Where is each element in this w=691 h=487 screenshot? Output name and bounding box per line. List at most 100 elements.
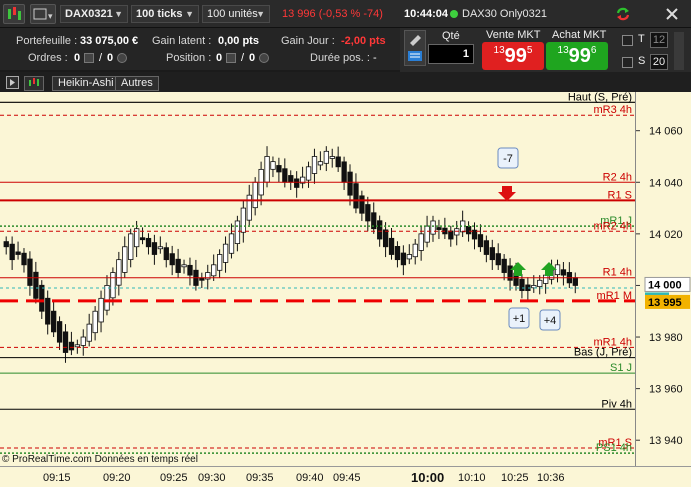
chevron-down-icon: ▼ [256,9,265,19]
candle-up [418,233,424,251]
instrument-dropdown[interactable]: DAX0321 ▼ [60,5,128,23]
order-tools-icon[interactable] [404,30,426,66]
units-dropdown[interactable]: 100 unités ▼ [202,5,270,23]
candle-down [139,237,146,241]
candle-up [270,161,276,170]
x-tick-label: 09:30 [198,472,226,484]
svg-text:▾: ▾ [48,11,53,21]
orders-settings-icon[interactable] [117,53,127,63]
axis-canvas: 14 060 14 040 14 020 14 000 13 980 13 960 13 9… [636,126,691,447]
candle-up [74,344,81,348]
s-number-field[interactable]: 20 [650,54,668,70]
candle-up [424,225,430,243]
qty-label: Qté [442,30,460,42]
latent-label: Gain latent : [152,35,212,47]
t-number-field[interactable]: 12 [650,32,668,48]
qty-input[interactable]: 1 [428,44,474,64]
y-tick-label: 14 020 [649,229,683,241]
candle-down [175,258,181,273]
sell-mkt-button[interactable]: 13995 [482,42,544,70]
panel-scroll-handle[interactable] [674,32,684,70]
candle-down [335,156,341,168]
position-settings-icon[interactable] [259,53,269,63]
tab-autres[interactable]: Autres [115,76,159,91]
candle-down [448,230,454,240]
candle-down [276,165,282,173]
candle-down [465,226,472,235]
candle-up [128,233,134,260]
instrument-label: DAX0321 [65,8,113,20]
candle-down [62,331,69,353]
candle-up [531,285,537,289]
y-tick-label: 13 980 [649,332,683,344]
price-chart[interactable]: Haut (S, Pré) mR3 4h R2 4h R1 SmR1 JmR2 4h R… [0,92,635,466]
day-gain-value: -2,00 pts [341,35,386,47]
candle-down [45,297,51,325]
y-tick-label: 13 940 [649,435,683,447]
candle-up [406,254,412,260]
candle-down [359,195,365,214]
s-checkbox[interactable] [622,57,633,68]
t-checkbox[interactable] [622,35,633,46]
units-label: 100 unités [207,8,258,20]
buy-mkt-button[interactable]: 13996 [546,42,608,70]
candle-down [169,253,175,266]
candle-down [145,237,152,248]
refresh-icon[interactable] [612,4,634,24]
candle-up [217,254,223,271]
level-label: Bas (J, Pré) [574,347,632,359]
candle-up [110,272,116,299]
y-tick-label: 14 060 [649,126,683,138]
level-label: PS1 4h [596,442,632,454]
level-label: Haut (S, Pré) [568,92,632,103]
position-icon[interactable] [226,53,236,63]
candle-up [228,233,235,254]
candle-down [27,258,33,286]
last-price: 13 996 (-0,53 % -74) [282,8,383,20]
candle-up [454,228,460,236]
candle-up [537,279,543,288]
candle-down [341,161,347,183]
s-label: S [638,55,646,67]
buy-price-sup: 6 [590,45,597,56]
x-tick-label: 10:36 [537,472,565,484]
candle-up [122,246,128,273]
buy-price-prefix: 13 [557,45,569,56]
orders-icon[interactable] [84,53,94,63]
link-icon[interactable]: ▾ [30,4,56,24]
current-price-label: 14 000 [648,279,682,291]
chart-mini-icon[interactable] [24,76,44,91]
position-value-2: 0 [249,52,256,64]
tab-heikin-ashi[interactable]: Heikin-Ashi [52,76,120,91]
trade-panel: Qté 1 Vente MKT 13995 Achat MKT 13996 T … [400,28,691,72]
orders-label: Ordres : [28,52,68,64]
chart-settings-icon[interactable] [6,76,19,89]
x-tick-label: 10:10 [458,472,486,484]
position-value: 0 [216,52,223,64]
ticks-dropdown[interactable]: 100 ticks ▼ [131,5,199,23]
buy-arrow-icon [541,262,557,276]
chart-type-icon[interactable] [3,4,25,24]
candle-up [430,220,436,235]
orders-separator: / [99,52,103,64]
candle-up [104,285,110,311]
signal-label: +4 [544,315,557,327]
x-tick-label: 09:20 [103,472,131,484]
candle-down [51,310,57,333]
level-label: mR3 4h [593,104,632,116]
candle-up [240,207,247,233]
candle-down [187,264,193,276]
candle-up [305,166,312,181]
t-label: T [638,33,645,45]
price-axis[interactable]: 14 060 14 040 14 020 14 000 13 980 13 960 13 9… [635,92,691,466]
chart-canvas[interactable]: Haut (S, Pré)mR3 4hR2 4hR1 SmR1 JmR2 4hR… [0,92,635,466]
clock-time: 10:44:04 [404,8,449,20]
close-window-icon[interactable] [660,4,684,24]
candle-down [163,247,169,261]
candle-up [98,297,104,323]
level-label: mR2 4h [593,220,632,232]
candle-up [543,274,549,284]
position-label: Position : [166,52,212,64]
x-tick-label: 09:25 [160,472,188,484]
time-axis[interactable]: 09:15 09:20 09:25 09:30 09:35 09:40 09:4… [0,466,691,487]
